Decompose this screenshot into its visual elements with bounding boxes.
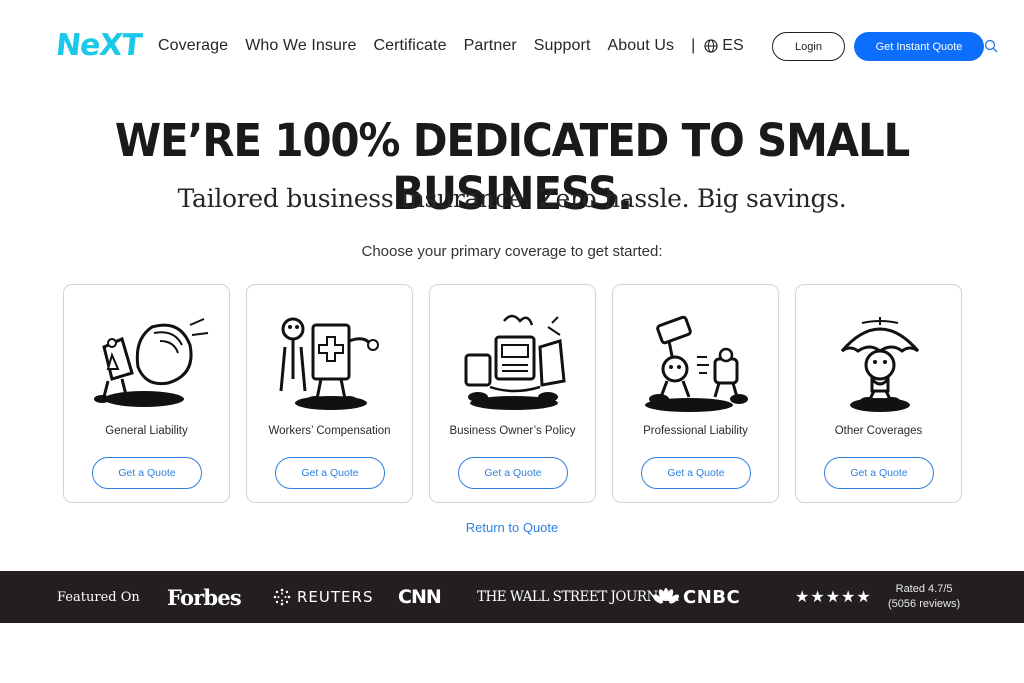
nav-support[interactable]: Support (534, 37, 591, 55)
forbes-logo: Forbes (167, 584, 242, 610)
coverage-prompt: Choose your primary coverage to get star… (361, 243, 663, 260)
language-label: ES (722, 37, 744, 54)
coverage-card-other-coverages[interactable]: Other Coverages Get a Quote (795, 284, 962, 503)
featured-on-label: Featured On (57, 589, 140, 605)
main-nav: Coverage Who We Insure Certificate Partn… (158, 37, 744, 55)
card-label: Workers’ Compensation (268, 425, 391, 437)
coverage-card-business-owners-policy[interactable]: Business Owner’s Policy Get a Quote (429, 284, 596, 503)
login-button[interactable]: Login (772, 32, 845, 61)
professional-liability-illustration (645, 315, 748, 412)
card-label: Other Coverages (834, 425, 923, 437)
other-coverages-illustration (840, 317, 920, 412)
return-to-quote-link-wrap: Return to Quote (0, 520, 1024, 535)
nav-certificate[interactable]: Certificate (373, 37, 446, 55)
get-a-quote-button[interactable]: Get a Quote (458, 457, 568, 489)
coverage-card-professional-liability[interactable]: Professional Liability Get a Quote (612, 284, 779, 503)
search-icon[interactable] (984, 39, 998, 53)
language-switch[interactable]: ES (704, 37, 744, 55)
reuters-label: REUTERS (297, 588, 374, 606)
nav-partner[interactable]: Partner (464, 37, 517, 55)
coverage-card-workers-compensation[interactable]: Workers’ Compensation Get a Quote (246, 284, 413, 503)
coverage-cards: General Liability Get a Quote Workers’ C… (63, 284, 978, 503)
get-a-quote-button[interactable]: Get a Quote (92, 457, 202, 489)
rating-stars-icon: ★★★★★ (795, 589, 872, 606)
nav-separator: | (691, 37, 696, 54)
nav-who-we-insure[interactable]: Who We Insure (245, 37, 356, 55)
get-a-quote-button[interactable]: Get a Quote (275, 457, 385, 489)
cnbc-label: CNBC (683, 586, 741, 608)
site-header: NeXT Coverage Who We Insure Certificate … (0, 0, 1024, 92)
reuters-logo: REUTERS (273, 571, 373, 623)
get-instant-quote-button[interactable]: Get Instant Quote (854, 32, 984, 61)
peacock-icon (653, 588, 679, 604)
card-label: Business Owner’s Policy (449, 425, 576, 437)
wsj-logo: THE WALL STREET JOURNAL. (477, 589, 680, 605)
reuters-icon (273, 588, 291, 606)
business-owners-policy-illustration (464, 314, 566, 410)
coverage-card-general-liability[interactable]: General Liability Get a Quote (63, 284, 230, 503)
rating-summary: Rated 4.7/5 (5056 reviews) (888, 571, 960, 623)
globe-icon (704, 39, 718, 53)
rating-count: (5056 reviews) (888, 598, 961, 610)
card-label: General Liability (105, 425, 188, 437)
get-a-quote-button[interactable]: Get a Quote (641, 457, 751, 489)
workers-compensation-illustration (279, 317, 379, 410)
card-label: Professional Liability (643, 425, 748, 437)
cnn-logo: CNN (398, 586, 442, 608)
general-liability-illustration (94, 318, 209, 407)
nav-coverage[interactable]: Coverage (158, 37, 228, 55)
next-logo[interactable]: NeXT (54, 28, 143, 63)
featured-on-bar: Featured On Forbes REUTERS CNN THE WALL … (0, 571, 1024, 623)
rating-score: Rated 4.7/5 (895, 583, 953, 595)
cnbc-logo: CNBC (653, 571, 740, 623)
get-a-quote-button[interactable]: Get a Quote (824, 457, 934, 489)
hero-subtitle: Tailored business insurance. Zero hassle… (177, 184, 847, 213)
nav-about-us[interactable]: About Us (608, 37, 675, 55)
return-to-quote-link[interactable]: Return to Quote (466, 520, 559, 535)
